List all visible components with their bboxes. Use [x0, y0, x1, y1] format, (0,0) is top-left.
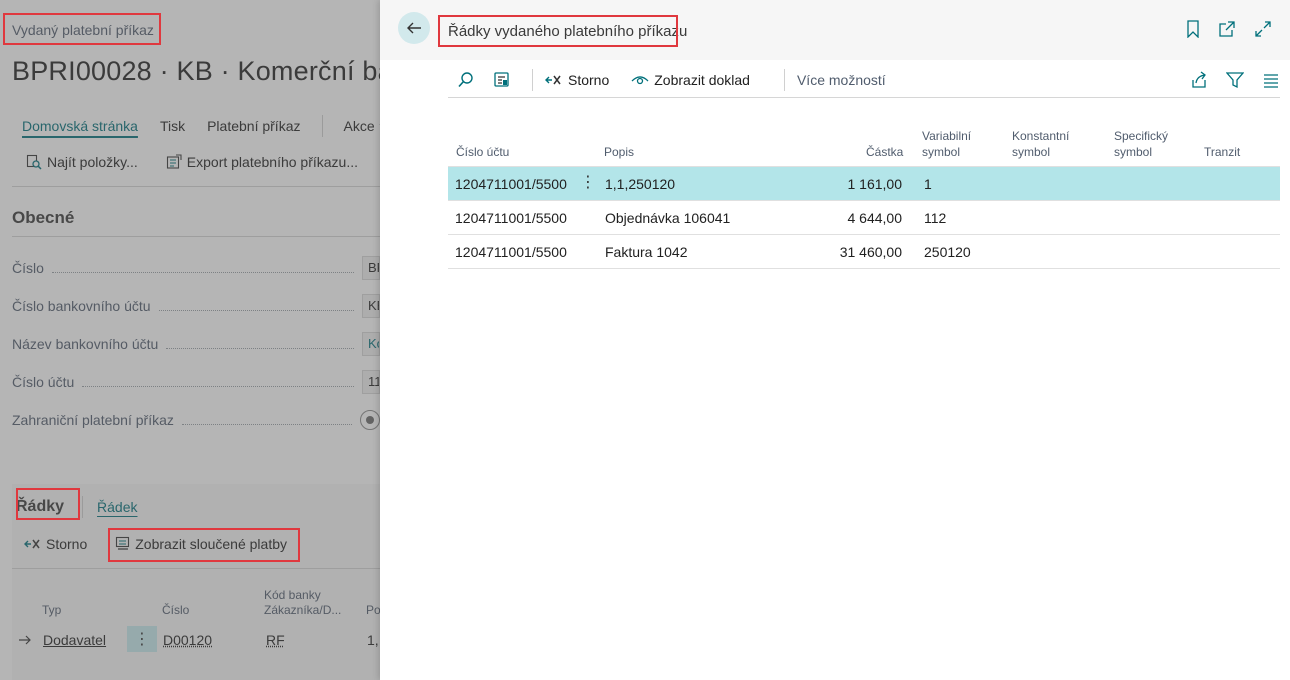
edit-list-icon[interactable] [493, 71, 511, 89]
show-document-button[interactable]: Zobrazit doklad [631, 72, 750, 88]
cell-account[interactable]: 1204711001/5500 [455, 176, 567, 192]
col-header-account[interactable]: Číslo účtu [456, 144, 509, 160]
cell-amount[interactable]: 1 161,00 [788, 176, 903, 192]
open-new-window-icon[interactable] [1218, 20, 1236, 38]
toolbar-separator [532, 68, 533, 91]
col-header-constant-symbol[interactable]: Konstantní symbol [1012, 128, 1069, 160]
lines-dialog: Řádky vydaného platebního příkazu Storno… [380, 0, 1290, 680]
cell-description[interactable]: Objednávka 106041 [605, 210, 730, 226]
bookmark-icon[interactable] [1186, 20, 1200, 38]
col-header-amount[interactable]: Částka [866, 144, 903, 160]
more-options-button[interactable]: Více možností [797, 72, 886, 88]
col-header-text: Konstantní [1012, 129, 1070, 143]
toolbar-right-icons [1172, 70, 1280, 89]
grid-divider [448, 268, 1280, 269]
table-row[interactable]: 1204711001/5500 Objednávka 106041 4 644,… [448, 201, 1280, 234]
cell-account[interactable]: 1204711001/5500 [455, 244, 567, 260]
cell-variable-symbol[interactable]: 1 [924, 176, 932, 192]
cell-account[interactable]: 1204711001/5500 [455, 210, 567, 226]
search-icon[interactable] [457, 71, 475, 89]
eye-icon [631, 75, 649, 84]
back-button[interactable] [398, 12, 430, 44]
share-icon[interactable] [1190, 70, 1208, 89]
col-header-description[interactable]: Popis [604, 144, 634, 160]
table-row[interactable]: 1204711001/5500 ⋮ 1,1,250120 1 161,00 1 [448, 167, 1280, 200]
col-header-text: Specifický [1114, 129, 1169, 143]
cancel-button[interactable]: Storno [545, 72, 609, 88]
header-icons [1168, 20, 1272, 38]
col-header-text: Variabilní [922, 129, 972, 143]
dialog-toolbar: Storno Zobrazit doklad Více možností [448, 62, 1280, 98]
cell-variable-symbol[interactable]: 112 [924, 210, 946, 226]
col-header-transit[interactable]: Tranzit [1204, 144, 1240, 160]
cancel-icon [545, 75, 561, 84]
modal-overlay [0, 0, 380, 680]
filter-icon[interactable] [1226, 71, 1244, 89]
arrow-left-icon [407, 22, 421, 34]
show-document-label: Zobrazit doklad [654, 71, 750, 88]
cell-variable-symbol[interactable]: 250120 [924, 244, 971, 260]
cell-amount[interactable]: 31 460,00 [788, 244, 902, 260]
dialog-title: Řádky vydaného platebního příkazu [448, 23, 688, 40]
col-header-specific-symbol[interactable]: Specifický symbol [1114, 128, 1168, 160]
cell-description[interactable]: 1,1,250120 [605, 176, 675, 192]
cell-amount[interactable]: 4 644,00 [788, 210, 903, 226]
col-header-variable-symbol[interactable]: Variabilní symbol [922, 128, 971, 160]
toolbar-separator [783, 68, 785, 91]
col-header-text: symbol [1114, 145, 1153, 159]
col-header-text: symbol [922, 145, 961, 159]
table-row[interactable]: 1204711001/5500 Faktura 1042 31 460,00 2… [448, 235, 1280, 268]
expand-icon[interactable] [1254, 20, 1272, 38]
col-header-text: symbol [1012, 145, 1051, 159]
cancel-label: Storno [568, 71, 610, 88]
cell-description[interactable]: Faktura 1042 [605, 244, 688, 260]
more-options-label: Více možností [796, 71, 886, 88]
row-actions-button[interactable]: ⋮ [580, 172, 596, 192]
list-view-icon[interactable] [1262, 71, 1280, 89]
